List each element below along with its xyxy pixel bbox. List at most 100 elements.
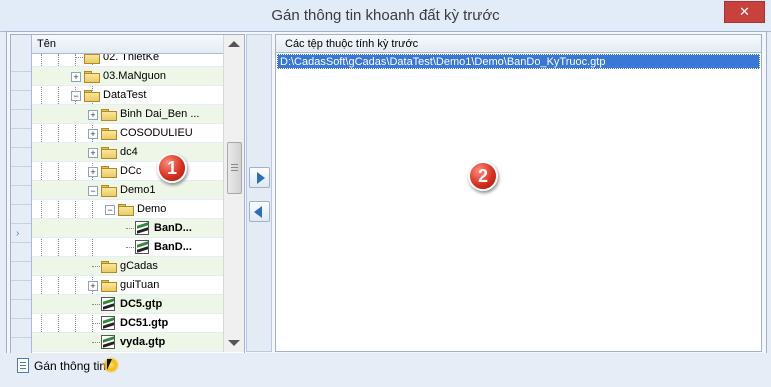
tree-vertical-scrollbar[interactable] (223, 35, 244, 352)
folder-icon (101, 128, 117, 140)
gtp-file-icon (135, 221, 149, 235)
file-list-row[interactable]: D:\CadasSoft\gCadas\DataTest\Demo1\Demo\… (277, 54, 760, 69)
folder-icon (101, 280, 117, 292)
window-title: Gán thông tin khoanh đất kỳ trước (271, 7, 500, 24)
arrow-right-icon (257, 172, 265, 184)
tree-item[interactable]: + Binh Dai_Ben ... (32, 105, 223, 124)
tree-item[interactable]: + dc4 (32, 143, 223, 162)
collapse-icon[interactable]: − (71, 91, 81, 101)
scroll-up-icon[interactable] (228, 41, 240, 47)
tree-item-label: dc4 (120, 146, 138, 158)
current-row-indicator-icon: › (16, 228, 20, 239)
assign-info-label: Gán thông tin (34, 359, 107, 373)
tree-item-label: Binh Dai_Ben ... (120, 108, 200, 120)
folder-open-icon (101, 185, 117, 197)
tree-item[interactable]: BanD... (32, 219, 223, 238)
tree-item[interactable]: +03.MaNguon (32, 67, 223, 86)
close-button[interactable]: ✕ (724, 1, 765, 23)
folder-tree-panel: › Tên 02. ThietKe +03.MaNguon − DataTest + Bi… (10, 34, 245, 376)
gtp-file-icon (101, 335, 115, 349)
row-header-column: › (11, 35, 32, 376)
row-header-cell[interactable] (11, 149, 31, 167)
callout-badge-1: 1 (157, 153, 187, 183)
collapse-icon[interactable]: − (105, 205, 115, 215)
folder-icon (84, 54, 100, 64)
row-header-cell[interactable] (11, 263, 31, 281)
folder-icon (101, 147, 117, 159)
folder-tree: 02. ThietKe +03.MaNguon − DataTest + Binh Dai… (32, 54, 223, 352)
tree-item-label: 03.MaNguon (103, 70, 166, 82)
tree-item[interactable]: vyda.gtp (32, 333, 223, 352)
gtp-file-icon (135, 240, 149, 254)
title-bar: Gán thông tin khoanh đất kỳ trước ✕ (0, 0, 771, 32)
row-header-cell[interactable] (11, 282, 31, 300)
transfer-button-strip (246, 34, 272, 352)
remove-file-button[interactable] (249, 201, 270, 222)
dialog-body: › Tên 02. ThietKe +03.MaNguon − DataTest + Bi… (6, 31, 767, 376)
callout-badge-2: 2 (468, 161, 498, 191)
add-file-button[interactable] (249, 167, 270, 188)
collapse-icon[interactable]: − (88, 186, 98, 196)
tree-item[interactable]: − DataTest (32, 86, 223, 105)
expand-icon[interactable]: + (71, 72, 81, 82)
tree-item-label: 02. ThietKe (103, 54, 160, 63)
folder-open-icon (84, 90, 100, 102)
row-header-cell[interactable] (11, 206, 31, 224)
tree-item-label: vyda.gtp (120, 336, 166, 348)
row-header-cell[interactable] (11, 244, 31, 262)
selected-files-list: Các tệp thuộc tính kỳ trước D:\CadasSoft… (275, 34, 762, 352)
expand-icon[interactable]: + (88, 281, 98, 291)
scroll-thumb[interactable] (227, 142, 242, 194)
row-header-cell[interactable] (11, 111, 31, 129)
tree-item[interactable]: gCadas (32, 257, 223, 276)
row-header-cell[interactable] (11, 54, 31, 72)
row-header-cell[interactable] (11, 92, 31, 110)
tree-item-label: BanD... (154, 222, 192, 234)
mouse-cursor-icon (103, 357, 119, 373)
row-header-cell[interactable] (11, 320, 31, 338)
file-list-column-header[interactable]: Các tệp thuộc tính kỳ trước (276, 35, 761, 53)
folder-icon (101, 166, 117, 178)
scroll-down-icon[interactable] (228, 340, 240, 346)
gtp-file-icon (101, 297, 115, 311)
tree-column-header[interactable]: Tên (32, 35, 223, 54)
tree-item-label: DCc (120, 165, 142, 177)
gtp-file-icon (101, 316, 115, 330)
file-path: D:\CadasSoft\gCadas\DataTest\Demo1\Demo\… (280, 56, 606, 68)
arrow-left-icon (254, 206, 262, 218)
tree-item[interactable]: + COSODULIEU (32, 124, 223, 143)
tree-item-label: guiTuan (120, 279, 160, 291)
expand-icon[interactable]: + (88, 167, 98, 177)
tree-item-label: Demo1 (120, 184, 156, 196)
tree-item-label: Demo (137, 203, 167, 215)
tree-item-label: gCadas (120, 260, 158, 272)
row-header-cell[interactable] (11, 301, 31, 319)
tree-item[interactable]: + guiTuan (32, 276, 223, 295)
row-header-cell[interactable] (11, 187, 31, 205)
tree-item[interactable]: DC51.gtp (32, 314, 223, 333)
tree-item-label: DC5.gtp (120, 298, 163, 310)
tree-column-header-label: Tên (37, 38, 56, 50)
folder-icon (84, 71, 100, 83)
tree-item[interactable]: − Demo (32, 200, 223, 219)
tree-item[interactable]: DC5.gtp (32, 295, 223, 314)
tree-item[interactable]: − Demo1 (32, 181, 223, 200)
expand-icon[interactable]: + (88, 148, 98, 158)
tree-item-label: COSODULIEU (120, 127, 193, 139)
document-icon (17, 358, 29, 373)
tree-item-label: DC51.gtp (120, 317, 169, 329)
file-list-column-header-label: Các tệp thuộc tính kỳ trước (285, 38, 419, 50)
tree-item-label: DataTest (103, 89, 147, 101)
expand-icon[interactable]: + (88, 129, 98, 139)
row-header-cell[interactable] (11, 168, 31, 186)
row-header-cell[interactable] (11, 73, 31, 91)
tree-item-label: BanD... (154, 241, 192, 253)
folder-open-icon (118, 204, 134, 216)
tree-item[interactable]: BanD... (32, 238, 223, 257)
tree-item[interactable]: + DCc (32, 162, 223, 181)
folder-icon (101, 261, 117, 273)
tree-item[interactable]: 02. ThietKe (32, 54, 223, 67)
row-header-cell[interactable] (11, 130, 31, 148)
expand-icon[interactable]: + (88, 110, 98, 120)
folder-icon (101, 109, 117, 121)
